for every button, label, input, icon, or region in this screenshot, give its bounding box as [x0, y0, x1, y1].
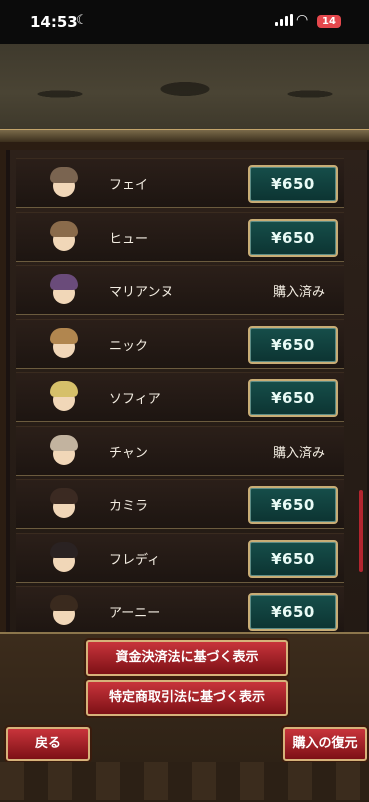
- buy-button[interactable]: ¥650: [248, 539, 338, 578]
- restore-purchases-button[interactable]: 購入の復元: [283, 727, 367, 761]
- character-name: マリアンヌ: [109, 285, 174, 300]
- character-name: フェイ: [109, 178, 149, 193]
- status-time: 14:53: [30, 13, 78, 31]
- character-name: フレディ: [109, 552, 161, 568]
- character-avatar: [44, 431, 84, 471]
- status-bar: 14:53 ☾ ◠ 14: [0, 0, 369, 44]
- character-name: ソフィア: [109, 392, 161, 407]
- header-ornament: [0, 44, 369, 142]
- character-row[interactable]: フェイ ¥650: [16, 158, 344, 208]
- character-avatar: [44, 163, 84, 203]
- character-avatar: [44, 591, 84, 631]
- scrollbar[interactable]: [359, 490, 363, 572]
- character-row[interactable]: ヒュー ¥650: [16, 211, 344, 262]
- character-avatar: [44, 270, 84, 310]
- character-avatar: [44, 217, 84, 257]
- buy-button[interactable]: ¥650: [248, 165, 338, 203]
- character-name: ニック: [109, 338, 149, 354]
- buy-button[interactable]: ¥650: [248, 379, 338, 417]
- character-row[interactable]: ソフィア ¥650: [16, 372, 344, 422]
- character-row[interactable]: チャン 購入済み: [16, 425, 344, 476]
- moon-icon: ☾: [76, 13, 88, 28]
- buy-button[interactable]: ¥650: [248, 593, 338, 631]
- buy-button[interactable]: ¥650: [248, 486, 338, 524]
- character-row[interactable]: カミラ ¥650: [16, 479, 344, 529]
- character-row[interactable]: ニック ¥650: [16, 318, 344, 369]
- character-avatar: [44, 538, 84, 578]
- buy-button[interactable]: ¥650: [248, 218, 338, 257]
- character-row[interactable]: マリアンヌ 購入済み: [16, 265, 344, 315]
- character-avatar: [44, 484, 84, 524]
- character-name: チャン: [109, 445, 148, 461]
- character-name: ヒュー: [109, 231, 149, 247]
- character-name: カミラ: [109, 499, 149, 514]
- commercial-transactions-button[interactable]: 特定商取引法に基づく表示: [86, 680, 288, 716]
- buy-button[interactable]: ¥650: [248, 325, 338, 364]
- character-name: アーニー: [109, 606, 161, 621]
- character-list: フェイ ¥650 ヒュー ¥650 マリアンヌ 購入済み ニック ¥650 ソフィア ¥650 チャ…: [16, 158, 344, 640]
- funds-settlement-button[interactable]: 資金決済法に基づく表示: [86, 640, 288, 676]
- character-avatar: [44, 324, 84, 364]
- wifi-icon: ◠: [296, 12, 309, 28]
- character-row[interactable]: アーニー ¥650: [16, 586, 344, 636]
- character-avatar: [44, 377, 84, 417]
- signal-icon: [275, 14, 295, 26]
- back-button[interactable]: 戻る: [6, 727, 90, 761]
- bottom-ornament: [0, 762, 369, 800]
- purchased-label: 購入済み: [273, 445, 326, 461]
- battery-icon: 14: [317, 15, 341, 28]
- purchased-label: 購入済み: [273, 285, 326, 300]
- character-row[interactable]: フレディ ¥650: [16, 532, 344, 583]
